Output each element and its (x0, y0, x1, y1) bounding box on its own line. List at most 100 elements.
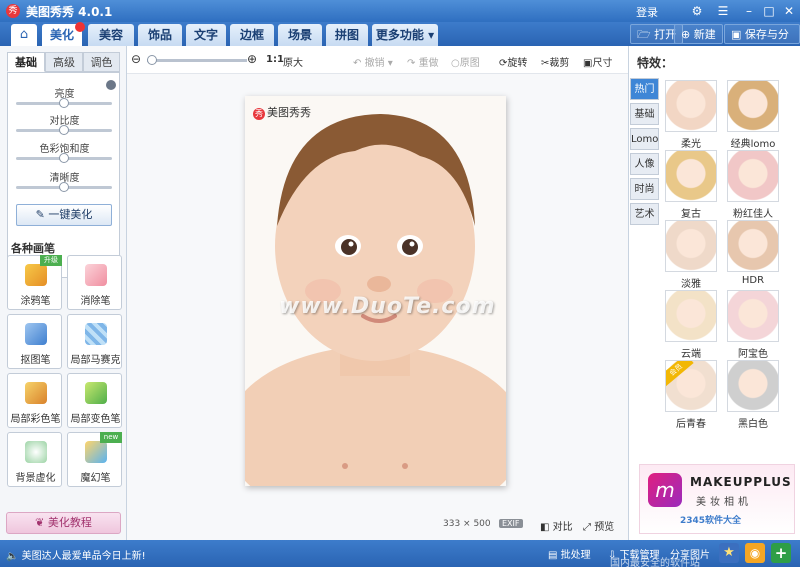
baby-photo[interactable]: 秀美图秀秀 www.DuoTe.com (245, 96, 506, 486)
tab-scene[interactable]: 场景 (278, 24, 322, 46)
redo-button[interactable]: ↷ 重做 (407, 54, 439, 69)
tab-collage[interactable]: 拼图 (326, 24, 368, 46)
tab-label: 更多功能 (375, 28, 424, 42)
subtab-basic[interactable]: 基础 (7, 52, 45, 72)
blur-icon (25, 441, 47, 463)
canvas[interactable]: 秀美图秀秀 www.DuoTe.com 333 × 500 EXIF ◧ 对比 … (127, 74, 628, 540)
crop-button[interactable]: ✂裁剪 (541, 54, 569, 69)
baby-illustration (245, 96, 506, 486)
subtab-color[interactable]: 调色 (83, 52, 120, 72)
redo-label: 重做 (418, 58, 439, 69)
effects-panel: 特效： 热门 基础 Lomo 人像 时尚 艺术 柔光 经典lomo 复古 粉红佳… (628, 46, 800, 540)
category-lomo[interactable]: Lomo (630, 128, 659, 150)
zoom-in-icon[interactable]: ⊕ (247, 52, 257, 66)
tab-border[interactable]: 边框 (230, 24, 274, 46)
effect-pink-lady[interactable]: 粉红佳人 (727, 150, 779, 220)
original-size-button[interactable]: 原大 (283, 54, 303, 69)
zoom-out-icon[interactable]: ⊖ (131, 52, 141, 66)
slider-thumb[interactable] (59, 182, 69, 192)
pencil-icon (25, 264, 47, 286)
sharpness-slider[interactable] (16, 182, 112, 192)
effect-elegant[interactable]: 淡雅 (665, 220, 717, 290)
photo-logo: 秀美图秀秀 (253, 104, 311, 120)
preview-button[interactable]: ⤢ 预览 (583, 518, 614, 533)
crop-label: 裁剪 (549, 58, 570, 69)
tab-label: 美化 (49, 28, 74, 42)
effect-black-white[interactable]: 黑白色 (727, 360, 779, 430)
qzone-icon[interactable]: ★ (719, 543, 739, 563)
original-image-button[interactable]: ○原图 (451, 54, 480, 69)
close-icon[interactable]: ✕ (780, 3, 798, 19)
preview-label: 预览 (594, 522, 615, 533)
category-hot[interactable]: 热门 (630, 78, 659, 100)
category-art[interactable]: 艺术 (630, 203, 659, 225)
ad-brand: MAKEUPPLUS (690, 475, 792, 489)
effect-cloud[interactable]: 云端 (665, 290, 717, 360)
effect-thumbnail (665, 150, 717, 202)
ratio-button[interactable]: 1:1 (266, 54, 284, 65)
effect-soft-light[interactable]: 柔光 (665, 80, 717, 150)
paintbrush-icon (25, 382, 47, 404)
effect-classic-lomo[interactable]: 经典lomo (727, 80, 779, 150)
tab-more-features[interactable]: 更多功能 ▾ (372, 24, 438, 46)
effect-thumbnail (665, 220, 717, 272)
login-link[interactable]: 登录 (636, 4, 658, 20)
batch-icon: ▤ (548, 550, 561, 561)
subtab-advanced[interactable]: 高级 (45, 52, 83, 72)
effect-thumbnail (727, 290, 779, 342)
effect-abao[interactable]: 阿宝色 (727, 290, 779, 360)
tab-beautify[interactable]: 美化 (42, 22, 85, 46)
brush-background-blur[interactable]: 背景虚化 (7, 432, 62, 487)
home-icon[interactable]: ⌂ (11, 24, 37, 46)
settings-icon[interactable]: ⚙ (688, 3, 706, 19)
save-share-button[interactable]: ▣ 保存与分享 (724, 24, 800, 61)
add-share-icon[interactable]: + (771, 543, 791, 563)
brush-local-recolor[interactable]: 局部变色笔 (67, 373, 122, 428)
maximize-icon[interactable]: □ (760, 3, 778, 19)
makeupplus-ad[interactable]: m MAKEUPPLUS 美妆相机 2345软件大全 (639, 464, 795, 534)
contrast-slider[interactable] (16, 125, 112, 135)
new-button[interactable]: ⊕ 新建 (674, 24, 723, 44)
brightness-slider[interactable] (16, 98, 112, 108)
undo-button[interactable]: ↶ 撤销 ▾ (353, 54, 393, 69)
brush-doodle[interactable]: 升级 涂鸦笔 (7, 255, 62, 310)
tab-text[interactable]: 文字 (186, 24, 226, 46)
brush-mosaic[interactable]: 局部马赛克 (67, 314, 122, 369)
one-key-beautify-button[interactable]: ✎ 一键美化 (16, 204, 112, 226)
effect-youth[interactable]: 会员 后青春 (665, 360, 717, 430)
news-ticker[interactable]: 🔈 美图达人最爱单品今日上新! (6, 547, 146, 562)
slider-thumb[interactable] (59, 98, 69, 108)
vip-badge: 会员 (666, 361, 694, 387)
magic-pen-icon (85, 441, 107, 463)
editor-toolbar: ⊖ ⊕ 1:1 原大 ↶ 撤销 ▾ ↷ 重做 ○原图 ⟳旋转 ✂裁剪 ▣尺寸 (127, 46, 628, 74)
effect-hdr[interactable]: HDR (727, 220, 779, 286)
tutorial-button[interactable]: ❦ 美化教程 (6, 512, 121, 534)
batch-button[interactable]: ▤ 批处理 (548, 546, 591, 561)
brush-cutout[interactable]: 抠图笔 (7, 314, 62, 369)
exif-button[interactable]: EXIF (499, 519, 523, 528)
compare-button[interactable]: ◧ 对比 (540, 518, 573, 533)
category-portrait[interactable]: 人像 (630, 153, 659, 175)
category-fashion[interactable]: 时尚 (630, 178, 659, 200)
brush-local-color[interactable]: 局部彩色笔 (7, 373, 62, 428)
slider-thumb[interactable] (59, 125, 69, 135)
tab-makeup[interactable]: 美容 (88, 24, 134, 46)
brush-magic[interactable]: new 魔幻笔 (67, 432, 122, 487)
zoom-slider[interactable] (147, 55, 247, 65)
minimize-icon[interactable]: – (740, 3, 758, 19)
size-button[interactable]: ▣尺寸 (583, 54, 612, 69)
slider-thumb[interactable] (59, 153, 69, 163)
effect-retro[interactable]: 复古 (665, 150, 717, 220)
slider-thumb[interactable] (147, 55, 157, 65)
weibo-icon[interactable]: ◉ (745, 543, 765, 563)
effect-thumbnail: 会员 (665, 360, 717, 412)
category-basic[interactable]: 基础 (630, 103, 659, 125)
rotate-button[interactable]: ⟳旋转 (499, 54, 527, 69)
tab-accessories[interactable]: 饰品 (138, 24, 182, 46)
undo-label: 撤销 (364, 58, 385, 69)
effect-label: HDR (741, 275, 765, 286)
brush-eraser[interactable]: 消除笔 (67, 255, 122, 310)
skin-icon[interactable]: ☰ (714, 3, 732, 19)
batch-label: 批处理 (560, 550, 591, 561)
saturation-slider[interactable] (16, 153, 112, 163)
